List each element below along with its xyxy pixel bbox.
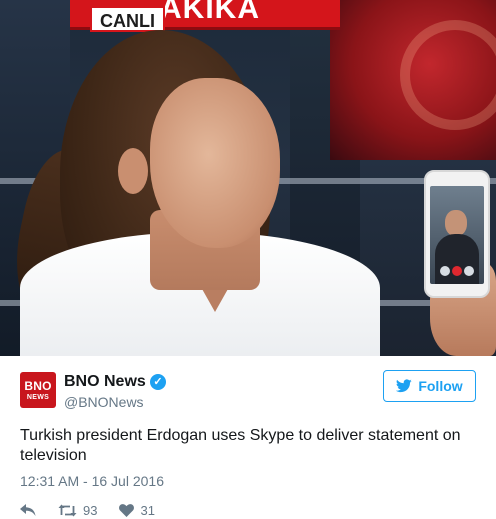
reply-button[interactable] [20,503,36,517]
like-button[interactable]: 31 [119,502,155,518]
presenter-ear [118,148,148,194]
tweet-photo[interactable]: AKIKA CANLI [0,0,496,356]
follow-label: Follow [418,378,463,394]
avatar-text: BNO [24,378,52,393]
reply-icon [20,504,36,516]
follow-button[interactable]: Follow [383,370,476,402]
retweet-button[interactable]: 93 [58,503,97,518]
broadcast-banner-text: AKIKA [160,0,260,25]
retweet-count: 93 [83,502,98,518]
tweet-card: BNO NEWS BNO News ✓ @BNONews Follow Turk… [0,356,496,519]
presenter-face [150,78,280,248]
tweet-actions: 93 31 [20,502,177,518]
tweet-timestamp[interactable]: 12:31 AM - 16 Jul 2016 [20,473,164,489]
verified-badge-icon: ✓ [150,374,166,390]
caller-body [435,234,479,284]
skype-call-screen [430,186,484,284]
tweet-text: Turkish president Erdogan uses Skype to … [20,427,461,464]
twitter-bird-icon [396,379,413,393]
video-icon [464,266,474,276]
avatar[interactable]: BNO NEWS [20,372,56,408]
avatar-text: NEWS [26,393,50,401]
user-handle[interactable]: @BNONews [64,394,144,410]
retweet-icon [58,504,77,516]
live-tag: CANLI [90,6,165,32]
display-name[interactable]: BNO News [64,373,146,391]
heart-icon [119,503,135,517]
like-count: 31 [140,502,155,518]
smartphone [424,170,490,298]
hang-up-icon [452,266,462,276]
mute-icon [440,266,450,276]
caller-face [445,210,467,236]
